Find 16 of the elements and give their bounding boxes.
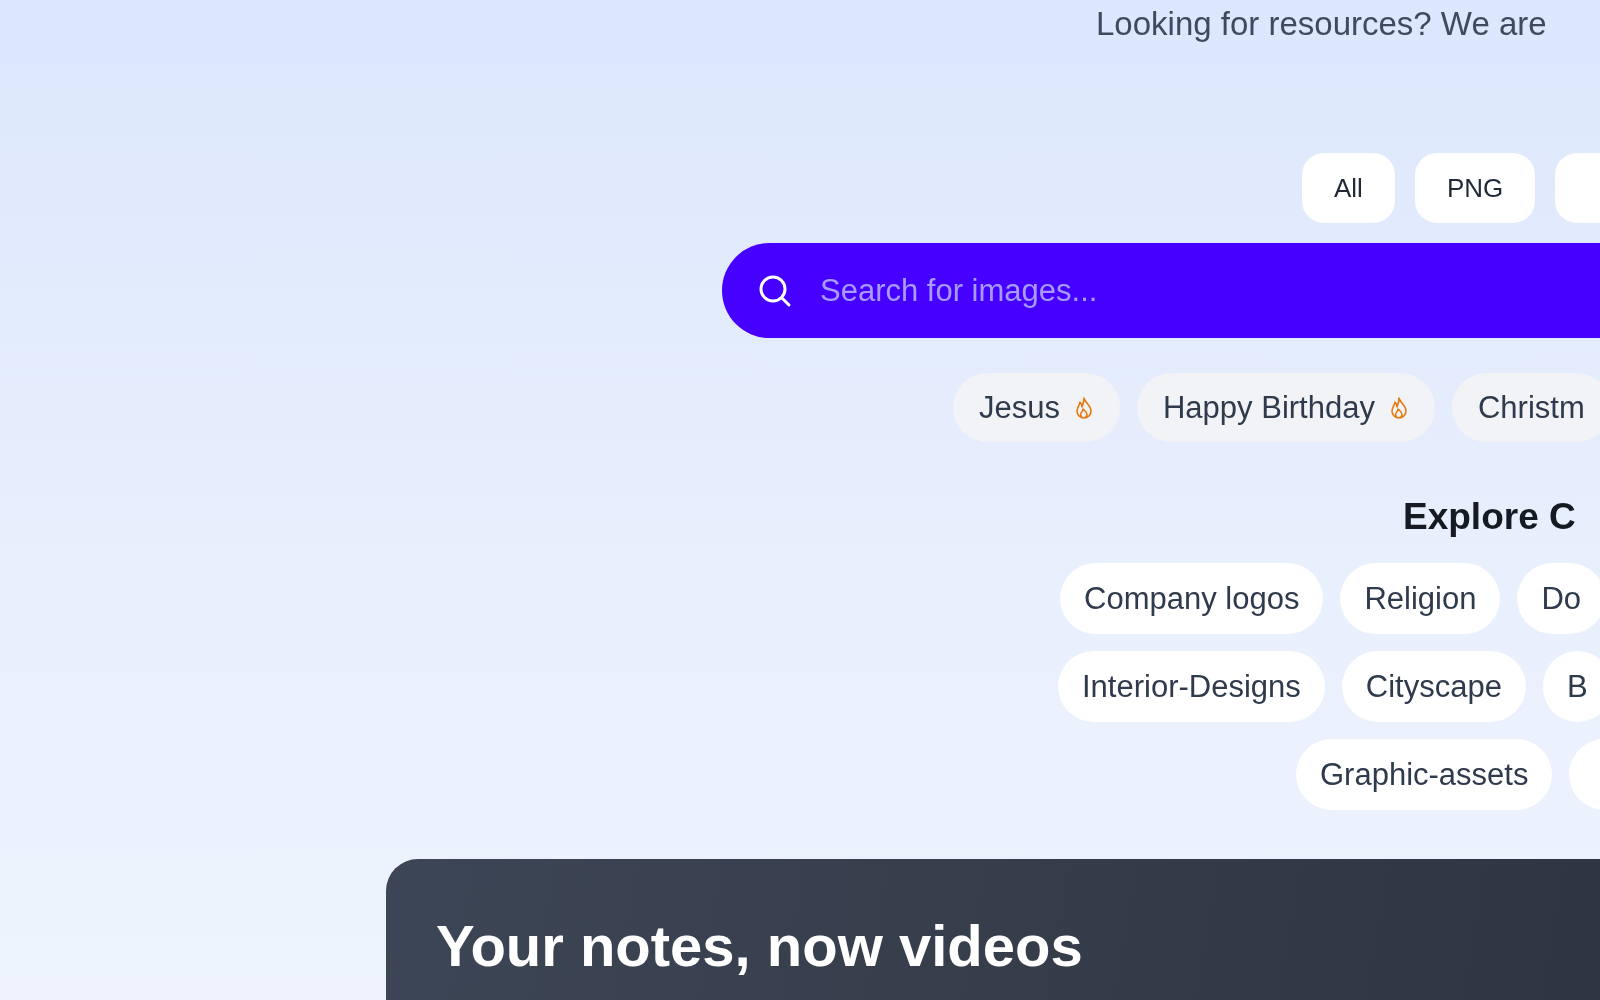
category-chip[interactable]: Graphic-assets	[1296, 739, 1553, 810]
trending-tag[interactable]: Happy Birthday	[1137, 373, 1435, 442]
subtitle: Looking for resources? We are	[1096, 4, 1548, 44]
category-chip[interactable]: Do	[1517, 563, 1600, 634]
category-chip[interactable]: B	[1542, 651, 1600, 722]
promo-title: Your notes, now videos	[436, 912, 1084, 980]
filter-chip[interactable]: PNG	[1414, 153, 1536, 223]
trending-tag[interactable]: Jesus	[953, 373, 1120, 442]
search-field[interactable]: Search for images...	[818, 271, 1600, 310]
category-chip[interactable]: Religion	[1340, 563, 1501, 634]
section-heading: Explore C	[1403, 495, 1577, 539]
category-chip[interactable]: Cityscape	[1341, 651, 1526, 722]
category-chip[interactable]: Interior-Designs	[1058, 651, 1325, 722]
filter-chip[interactable]: All	[1302, 153, 1395, 223]
category-chip[interactable]: Company logos	[1060, 563, 1324, 634]
trending-tag[interactable]: Christm	[1451, 373, 1600, 442]
